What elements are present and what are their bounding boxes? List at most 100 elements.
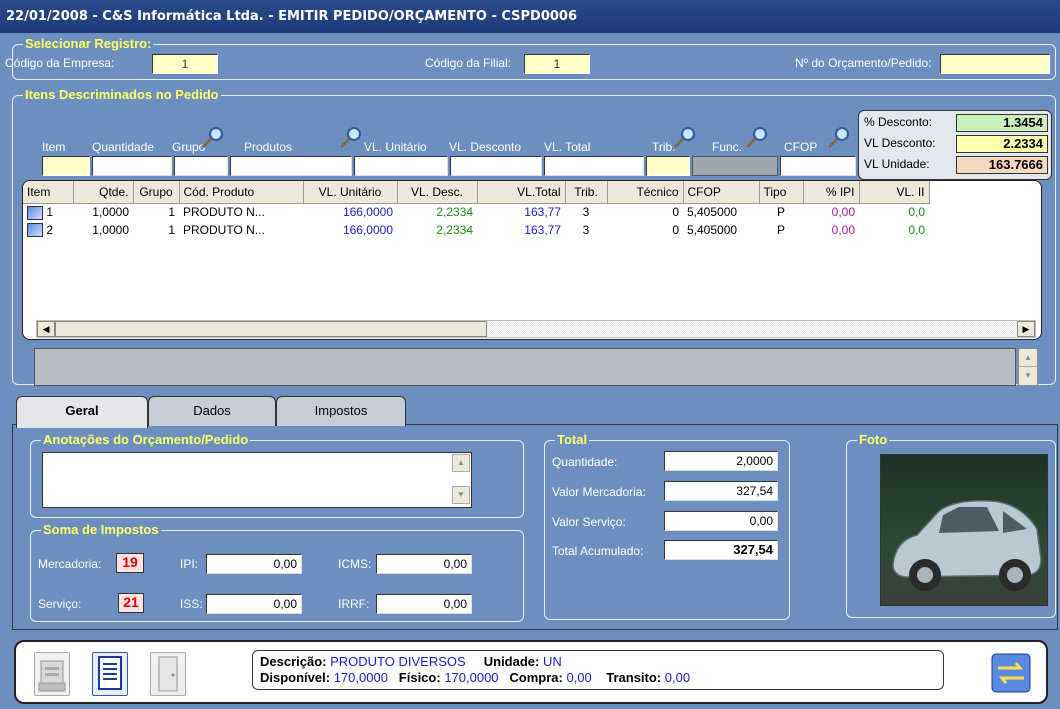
- transfer-button[interactable]: [990, 652, 1032, 694]
- cfop-input[interactable]: [780, 156, 856, 176]
- anotacoes-scroll-down-icon[interactable]: ▼: [452, 486, 470, 504]
- col-tipo[interactable]: Tipo: [759, 181, 804, 204]
- icms-label: ICMS:: [338, 557, 372, 571]
- filial-code-field[interactable]: 1: [524, 54, 590, 74]
- row-vl-total: 163,77: [524, 205, 561, 220]
- selecionar-registro-title: Selecionar Registro:: [23, 36, 154, 52]
- imposto-servico-value: 21: [118, 593, 144, 613]
- vl-unitario-input[interactable]: [354, 156, 448, 176]
- row-cod-produto: PRODUTO N...: [183, 205, 265, 220]
- edit-row-icon[interactable]: [27, 205, 43, 220]
- product-info-line-1: Descrição: PRODUTO DIVERSOS Unidade: UN: [260, 654, 562, 669]
- grid-horizontal-scrollbar[interactable]: ◀ ▶: [36, 320, 1036, 338]
- col-vl-ii[interactable]: VL. II: [859, 181, 930, 204]
- compra-value: 0,00: [566, 670, 592, 685]
- search-trib-icon[interactable]: [672, 125, 695, 149]
- print-button[interactable]: [34, 652, 70, 696]
- desconto-pct-label: % Desconto:: [864, 115, 933, 129]
- row-tipo: P: [776, 205, 785, 220]
- empresa-code-field[interactable]: 1: [152, 54, 218, 74]
- ipi-field[interactable]: 0,00: [206, 554, 302, 574]
- ipi-label: IPI:: [180, 557, 199, 571]
- row-cfop: 5,405000: [687, 205, 738, 220]
- row-ipi: 0,00: [831, 205, 855, 220]
- grid-memo-field[interactable]: [34, 348, 1016, 386]
- tab-dados[interactable]: Dados: [148, 396, 276, 426]
- imposto-servico-label: Serviço:: [38, 597, 82, 611]
- col-grupo[interactable]: Grupo: [133, 181, 180, 204]
- anotacoes-scrollbar[interactable]: ▲ ▼: [452, 454, 470, 506]
- col-ipi[interactable]: % IPI: [803, 181, 860, 204]
- row-grupo: 1: [168, 205, 175, 220]
- anotacoes-scroll-up-icon[interactable]: ▲: [452, 454, 470, 472]
- quantidade-input[interactable]: [92, 156, 172, 176]
- col-tecnico[interactable]: Técnico: [607, 181, 684, 204]
- produtos-input[interactable]: [230, 156, 352, 176]
- vl-total-input[interactable]: [544, 156, 644, 176]
- header-cfop: CFOP: [784, 140, 818, 154]
- total-quantidade-label: Quantidade:: [552, 455, 618, 469]
- item-input[interactable]: [42, 156, 90, 176]
- search-func-icon[interactable]: [744, 125, 767, 149]
- row-vl-total: 163,77: [524, 223, 561, 237]
- memo-scrollbar[interactable]: ▲ ▼: [1018, 348, 1038, 386]
- irrf-field[interactable]: 0,00: [376, 594, 472, 614]
- search-grupo-icon[interactable]: [200, 125, 223, 149]
- icms-field[interactable]: 0,00: [376, 554, 472, 574]
- row-vl-desc: 2,2334: [436, 205, 473, 220]
- iss-field[interactable]: 0,00: [206, 594, 302, 614]
- col-trib[interactable]: Trib.: [565, 181, 608, 204]
- row-vl-desc: 2,2334: [436, 223, 473, 237]
- exit-door-button[interactable]: [150, 652, 186, 696]
- product-photo: [880, 454, 1048, 606]
- row-item: 2: [46, 222, 54, 237]
- total-title: Total: [555, 432, 590, 448]
- col-cfop[interactable]: CFOP: [683, 181, 760, 204]
- irrf-label: IRRF:: [338, 597, 370, 611]
- empresa-label: Código da Empresa:: [5, 56, 115, 70]
- search-produtos-icon[interactable]: [338, 125, 361, 149]
- col-vl-desc[interactable]: VL. Desc.: [397, 181, 478, 204]
- col-qtde[interactable]: Qtde.: [73, 181, 134, 204]
- memo-scroll-down-icon[interactable]: ▼: [1019, 367, 1037, 385]
- scroll-thumb[interactable]: [55, 321, 487, 337]
- search-cfop-icon[interactable]: [826, 125, 849, 149]
- tab-impostos[interactable]: Impostos: [276, 396, 406, 426]
- row-trib: 3: [582, 205, 590, 220]
- unidade-label: Unidade:: [483, 654, 540, 669]
- vl-desconto-input[interactable]: [450, 156, 542, 176]
- trib-input[interactable]: [646, 156, 690, 176]
- col-vl-unitario[interactable]: VL. Unitário: [303, 181, 398, 204]
- grupo-input[interactable]: [174, 156, 228, 176]
- descricao-label: Descrição:: [260, 654, 327, 669]
- col-item[interactable]: Item: [23, 181, 74, 204]
- disponivel-value: 170,0000: [333, 670, 388, 685]
- table-row[interactable]: 1 1,0000 1 PRODUTO N... 166,0000 2,2334 …: [23, 203, 929, 221]
- row-vl-unitario: 166,0000: [342, 205, 393, 220]
- edit-row-icon[interactable]: [27, 223, 43, 238]
- orcamento-number-field[interactable]: [940, 54, 1050, 74]
- memo-scroll-up-icon[interactable]: ▲: [1019, 349, 1037, 367]
- row-ipi: 0,00: [831, 223, 855, 237]
- compra-label: Compra:: [509, 670, 563, 685]
- anotacoes-title: Anotações do Orçamento/Pedido: [41, 432, 251, 448]
- tab-geral[interactable]: Geral: [16, 396, 148, 428]
- items-grid[interactable]: Item Qtde. Grupo Cód. Produto VL. Unitár…: [22, 180, 1042, 340]
- header-vl-total: VL. Total: [544, 140, 591, 154]
- header-func: Func.: [712, 140, 743, 154]
- row-tecnico: 0: [672, 205, 679, 220]
- scroll-left-button[interactable]: ◀: [37, 321, 55, 337]
- row-vl-ii: 0,0: [908, 205, 925, 220]
- printer-icon: [38, 660, 66, 692]
- table-row[interactable]: 2 1,0000 1 PRODUTO N... 166,0000 2,2334 …: [23, 221, 929, 239]
- transfer-icon: [991, 653, 1031, 693]
- col-cod-produto[interactable]: Cód. Produto: [179, 181, 304, 204]
- col-vl-total[interactable]: VL.Total: [477, 181, 566, 204]
- scroll-right-button[interactable]: ▶: [1017, 321, 1035, 337]
- total-quantidade-value: 2,0000: [664, 451, 778, 471]
- vl-desconto-value: 2.2334: [956, 135, 1048, 153]
- document-button[interactable]: [92, 652, 128, 696]
- anotacoes-textarea[interactable]: [42, 452, 472, 508]
- descricao-value: PRODUTO DIVERSOS: [330, 654, 466, 669]
- fisico-value: 170,0000: [444, 670, 499, 685]
